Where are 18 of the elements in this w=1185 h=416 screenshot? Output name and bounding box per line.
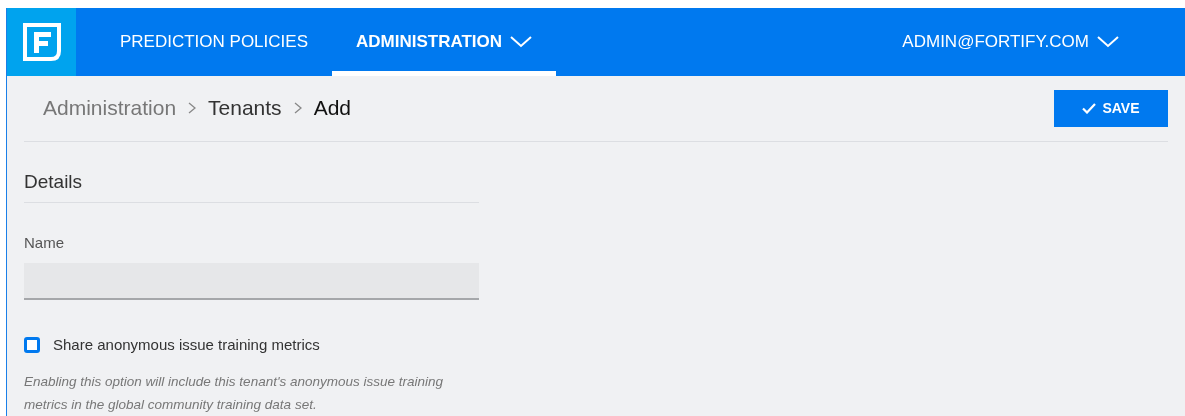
field-label: Name <box>24 233 65 253</box>
name-input-field[interactable] <box>24 262 479 300</box>
chevron-right-icon <box>188 102 197 114</box>
breadcrumb-link[interactable]: Administration <box>43 92 177 124</box>
logo-icon <box>20 20 63 63</box>
check-icon <box>1082 102 1097 114</box>
help-text: Enabling this option will include this tenant's anonymous issue training metrics in the global community training data set. <box>24 373 445 414</box>
nav-tab[interactable]: ADMINISTRATION <box>332 8 557 76</box>
section-title: Details <box>24 167 479 203</box>
checkbox[interactable] <box>24 336 40 353</box>
chevron-right-icon <box>293 102 302 114</box>
save-button[interactable]: SAVE <box>1054 89 1168 127</box>
user-menu[interactable]: ADMIN@FORTIFY.COM <box>902 8 1185 76</box>
checkbox-label[interactable]: Share anonymous issue training metrics <box>53 333 320 356</box>
nav-tab[interactable]: PREDICTION POLICIES <box>96 8 332 76</box>
chevron-down-icon <box>1097 35 1119 48</box>
breadcrumb-current: Add <box>313 95 351 122</box>
breadcrumb-link[interactable]: Tenants <box>208 92 282 124</box>
